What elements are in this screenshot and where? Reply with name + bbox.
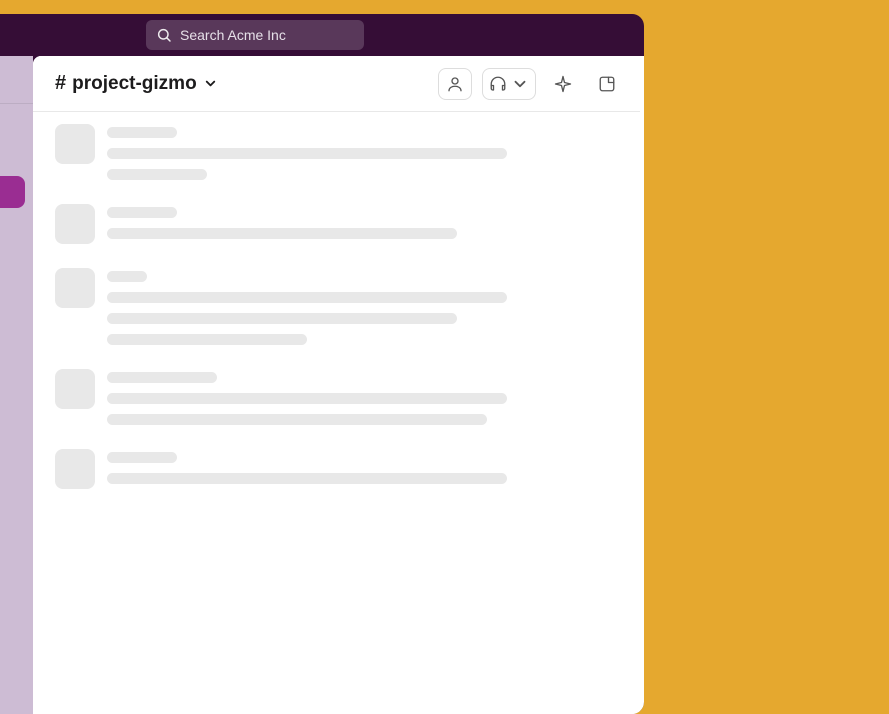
- avatar-skeleton: [55, 369, 95, 409]
- channel-header: # project-gizmo: [33, 56, 640, 112]
- sidebar-skeleton: [0, 212, 33, 240]
- workspace-switcher[interactable]: Inc: [0, 60, 33, 104]
- search-icon: [156, 27, 172, 43]
- ai-sparkle-button[interactable]: [546, 68, 580, 100]
- hash-icon: #: [55, 72, 66, 95]
- message-skeleton: [55, 441, 618, 505]
- headphones-icon: [489, 75, 507, 93]
- message-skeleton: [55, 361, 618, 441]
- main-area: Inc ject-gizmo: [0, 56, 644, 714]
- sidebar-channel-project-gizmo[interactable]: ject-gizmo: [0, 176, 25, 208]
- app-window: Search Acme Inc Inc ject-gi: [0, 14, 644, 714]
- channel-name: project-gizmo: [72, 73, 197, 95]
- chevron-down-icon: [203, 76, 218, 91]
- huddle-button[interactable]: [482, 68, 536, 100]
- search-input[interactable]: Search Acme Inc: [146, 20, 364, 50]
- search-placeholder: Search Acme Inc: [180, 27, 286, 43]
- sidebar-skeleton: [0, 254, 33, 282]
- avatar-skeleton: [55, 449, 95, 489]
- canvas-button[interactable]: [590, 68, 624, 100]
- chevron-down-icon: [511, 75, 529, 93]
- avatar-skeleton: [55, 268, 95, 308]
- content-pane: # project-gizmo: [33, 56, 644, 714]
- avatar-skeleton: [55, 204, 95, 244]
- sidebar-skeleton: [0, 142, 33, 170]
- sidebar-skeleton: [0, 114, 33, 142]
- header-actions: [438, 68, 624, 100]
- title-bar: Search Acme Inc: [0, 14, 644, 56]
- avatar-skeleton: [55, 124, 95, 164]
- channel-title-button[interactable]: # project-gizmo: [55, 72, 218, 95]
- canvas-icon: [598, 75, 616, 93]
- person-icon: [446, 75, 464, 93]
- sparkle-icon: [554, 75, 572, 93]
- message-list: [33, 112, 640, 714]
- message-skeleton: [55, 116, 618, 196]
- members-button[interactable]: [438, 68, 472, 100]
- message-skeleton: [55, 260, 618, 361]
- message-skeleton: [55, 196, 618, 260]
